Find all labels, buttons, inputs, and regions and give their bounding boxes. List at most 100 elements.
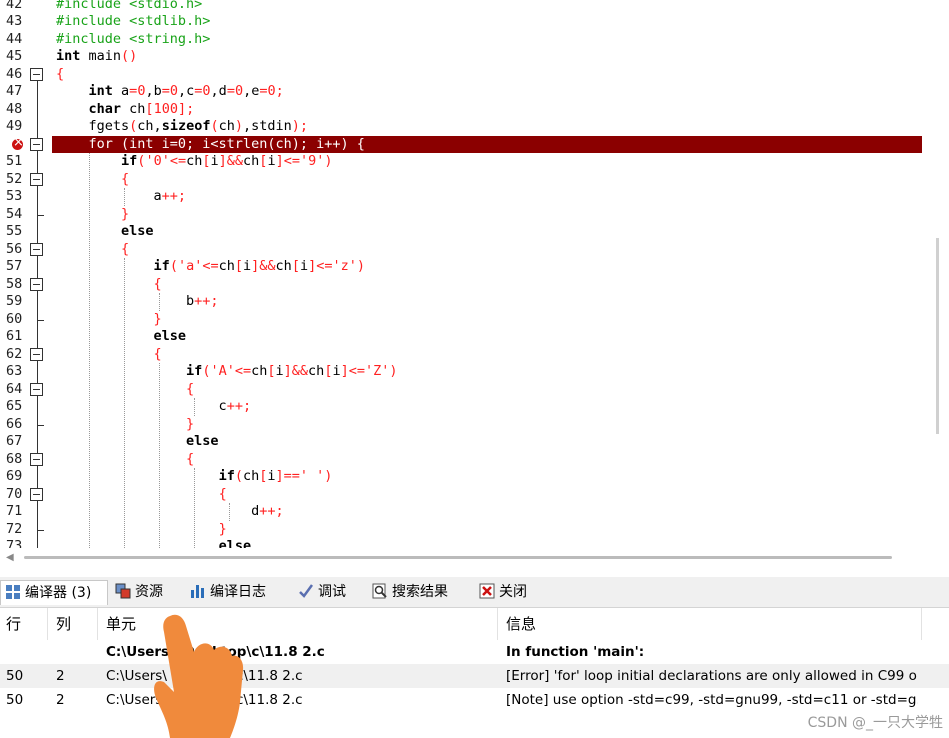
- line-number[interactable]: 61: [6, 328, 32, 346]
- column-divider[interactable]: [47, 608, 48, 640]
- code-line[interactable]: for (int i=0; i<strlen(ch); i++) {: [56, 136, 365, 154]
- horizontal-scrollbar-thumb[interactable]: [24, 556, 892, 559]
- line-number[interactable]: 42: [6, 0, 32, 13]
- code-line[interactable]: a++;: [56, 188, 187, 206]
- resources-icon: [115, 583, 131, 599]
- tab-compile-log[interactable]: 编译日志: [186, 580, 266, 604]
- table-row[interactable]: C:\Users\ \Desktop\c\11.8 2.c In functio…: [0, 640, 949, 664]
- tab-compiler[interactable]: 编译器 (3): [0, 580, 108, 605]
- line-number[interactable]: 62: [6, 346, 32, 364]
- line-number[interactable]: 47: [6, 83, 32, 101]
- column-header-col[interactable]: 列: [56, 608, 71, 640]
- fold-collapse-icon[interactable]: [30, 242, 43, 256]
- bar-chart-icon: [190, 583, 206, 599]
- table-row[interactable]: 50 2 C:\Users\ \Desktop\c\11.8 2.c [Erro…: [0, 664, 949, 688]
- line-number[interactable]: 63: [6, 363, 32, 381]
- code-editor[interactable]: 4243444546474849505152535455565758596061…: [0, 0, 949, 548]
- code-line[interactable]: d++;: [56, 503, 284, 521]
- tab-compiler-label: 编译器 (3): [25, 585, 92, 601]
- line-number[interactable]: 59: [6, 293, 32, 311]
- code-line[interactable]: #include <string.h>: [56, 31, 210, 49]
- line-number[interactable]: 46: [6, 66, 32, 84]
- code-line[interactable]: }: [56, 206, 129, 224]
- line-number[interactable]: 44: [6, 31, 32, 49]
- code-line[interactable]: int a=0,b=0,c=0,d=0,e=0;: [56, 83, 284, 101]
- code-line[interactable]: if('0'<=ch[i]&&ch[i]<='9'): [56, 153, 332, 171]
- table-row[interactable]: 50 2 C:\Users\ \Desktop\c\11.8 2.c [Note…: [0, 688, 949, 712]
- vertical-scrollbar-thumb[interactable]: [936, 238, 939, 434]
- indent-guide: [194, 398, 195, 416]
- column-header-unit[interactable]: 单元: [106, 608, 136, 640]
- line-number[interactable]: 70: [6, 486, 32, 504]
- line-number[interactable]: 64: [6, 381, 32, 399]
- code-line[interactable]: {: [56, 276, 162, 294]
- code-line[interactable]: if('a'<=ch[i]&&ch[i]<='z'): [56, 258, 365, 276]
- line-number[interactable]: 43: [6, 13, 32, 31]
- tab-debug[interactable]: 调试: [294, 580, 346, 604]
- line-number[interactable]: 52: [6, 171, 32, 189]
- column-divider[interactable]: [97, 608, 98, 640]
- line-number[interactable]: 48: [6, 101, 32, 119]
- line-number[interactable]: 72: [6, 521, 32, 539]
- code-line[interactable]: {: [56, 486, 227, 504]
- code-line[interactable]: char ch[100];: [56, 101, 195, 119]
- checkmark-icon: [298, 583, 314, 599]
- fold-collapse-icon[interactable]: [30, 67, 43, 81]
- code-line[interactable]: if('A'<=ch[i]&&ch[i]<='Z'): [56, 363, 397, 381]
- column-header-line[interactable]: 行: [6, 608, 21, 640]
- code-line[interactable]: }: [56, 416, 194, 434]
- fold-collapse-icon[interactable]: [30, 382, 43, 396]
- code-line[interactable]: int main(): [56, 48, 137, 66]
- line-number[interactable]: 69: [6, 468, 32, 486]
- line-number[interactable]: 45: [6, 48, 32, 66]
- line-number[interactable]: 60: [6, 311, 32, 329]
- code-line[interactable]: else: [56, 433, 219, 451]
- column-header-info[interactable]: 信息: [506, 608, 536, 640]
- code-line[interactable]: {: [56, 171, 129, 189]
- code-line[interactable]: c++;: [56, 398, 252, 416]
- code-line[interactable]: {: [56, 66, 64, 84]
- fold-collapse-icon[interactable]: [30, 137, 43, 151]
- line-number[interactable]: 67: [6, 433, 32, 451]
- line-number[interactable]: 66: [6, 416, 32, 434]
- line-number[interactable]: 55: [6, 223, 32, 241]
- code-line[interactable]: {: [56, 346, 162, 364]
- fold-collapse-icon[interactable]: [30, 172, 43, 186]
- code-line[interactable]: fgets(ch,sizeof(ch),stdin);: [56, 118, 309, 136]
- code-line[interactable]: {: [56, 381, 194, 399]
- line-number[interactable]: 71: [6, 503, 32, 521]
- fold-collapse-icon[interactable]: [30, 452, 43, 466]
- code-line[interactable]: b++;: [56, 293, 219, 311]
- code-line[interactable]: else: [56, 328, 187, 346]
- line-number[interactable]: 56: [6, 241, 32, 259]
- tab-search-results[interactable]: 搜索结果: [368, 580, 448, 604]
- line-number[interactable]: 65: [6, 398, 32, 416]
- fold-collapse-icon[interactable]: [30, 277, 43, 291]
- line-number[interactable]: 53: [6, 188, 32, 206]
- breakpoint-error-icon[interactable]: [11, 135, 24, 151]
- tab-close[interactable]: 关闭: [475, 580, 527, 604]
- code-line[interactable]: {: [56, 451, 194, 469]
- fold-collapse-icon[interactable]: [30, 487, 43, 501]
- line-number[interactable]: 51: [6, 153, 32, 171]
- scroll-left-arrow-icon[interactable]: ◀: [6, 552, 14, 563]
- tab-resources[interactable]: 资源: [111, 580, 163, 604]
- code-line[interactable]: }: [56, 311, 162, 329]
- code-line[interactable]: #include <stdio.h>: [56, 0, 202, 13]
- line-number[interactable]: 49: [6, 118, 32, 136]
- line-number[interactable]: 54: [6, 206, 32, 224]
- column-divider[interactable]: [921, 608, 922, 640]
- code-line[interactable]: {: [56, 241, 129, 259]
- code-line[interactable]: #include <stdlib.h>: [56, 13, 210, 31]
- line-number[interactable]: 73: [6, 538, 32, 548]
- cell-info: [Error] 'for' loop initial declarations …: [506, 668, 918, 684]
- horizontal-scrollbar[interactable]: ◀: [0, 548, 949, 570]
- column-divider[interactable]: [497, 608, 498, 640]
- code-line[interactable]: }: [56, 521, 227, 539]
- line-number[interactable]: 68: [6, 451, 32, 469]
- line-number[interactable]: 58: [6, 276, 32, 294]
- code-line[interactable]: else: [56, 223, 154, 241]
- fold-collapse-icon[interactable]: [30, 347, 43, 361]
- code-line[interactable]: else: [56, 538, 252, 548]
- line-number[interactable]: 57: [6, 258, 32, 276]
